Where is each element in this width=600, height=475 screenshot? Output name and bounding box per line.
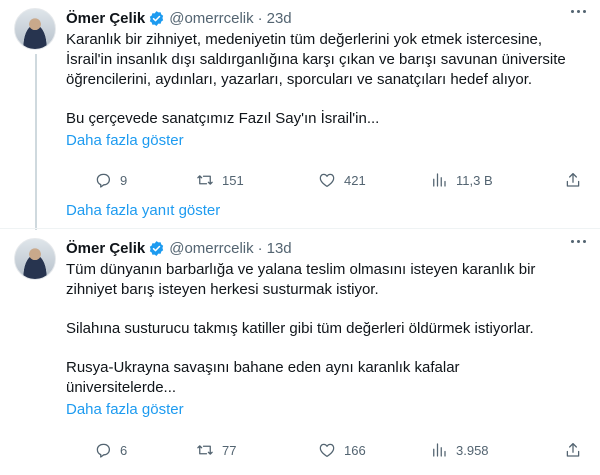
share-button[interactable] (564, 441, 582, 459)
more-icon (571, 240, 574, 243)
retweet-count: 151 (222, 172, 244, 188)
author-name[interactable]: Ömer Çelik (66, 10, 145, 27)
avatar[interactable] (14, 8, 56, 50)
views-button[interactable]: 11,3 B (430, 171, 493, 189)
like-button[interactable]: 421 (318, 171, 366, 189)
like-button[interactable]: 166 (318, 441, 366, 459)
retweet-icon (197, 445, 213, 455)
author-name[interactable]: Ömer Çelik (66, 240, 145, 257)
more-options-button[interactable] (571, 240, 586, 243)
more-icon (583, 240, 586, 243)
share-button[interactable] (564, 171, 582, 189)
tweet-timestamp[interactable]: 13d (267, 240, 292, 257)
like-count: 166 (344, 442, 366, 458)
verified-badge-icon (150, 10, 164, 26)
more-icon (577, 240, 580, 243)
show-more-link[interactable]: Daha fazla göster (66, 400, 586, 420)
views-chart-icon (433, 173, 446, 187)
tweet-line: öğrencilerini, aydınları, yazarları, spo… (66, 71, 533, 88)
tweet-content: Ömer Çelik @omerrcelik · 23d Karanlık bi… (66, 8, 586, 188)
reply-icon (96, 443, 111, 458)
header-separator: · (257, 239, 263, 257)
reply-count: 6 (120, 442, 128, 458)
tweet-line: İsrail'in insanlık dışı saldırganlığına … (66, 51, 566, 68)
reply-count: 9 (120, 172, 128, 188)
avatar-column (14, 238, 58, 280)
show-more-link[interactable]: Daha fazla göster (66, 131, 586, 151)
tweet-actions: 9 151 421 11,3 B (66, 170, 586, 190)
tweet-text: Tüm dünyanın barbarlığa ve yalana teslim… (66, 260, 586, 398)
tweet-header: Ömer Çelik @omerrcelik · 23d (66, 8, 586, 28)
retweet-button[interactable]: 77 (196, 441, 236, 459)
tweet-line-gap (66, 90, 586, 109)
header-separator: · (257, 9, 263, 27)
avatar-column (14, 8, 58, 50)
author-handle[interactable]: @omerrcelik (169, 240, 253, 257)
reply-button[interactable]: 6 (94, 441, 127, 459)
views-button[interactable]: 3.958 (430, 441, 489, 459)
retweet-icon (197, 175, 213, 185)
tweet-text: Karanlık bir zihniyet, medeniyetin tüm d… (66, 30, 586, 129)
retweet-button[interactable]: 151 (196, 171, 244, 189)
show-more-replies-link[interactable]: Daha fazla yanıt göster (66, 202, 220, 219)
tweet-line: Bu çerçevede sanatçımız Fazıl Say'ın İsr… (66, 110, 380, 127)
more-icon (577, 10, 580, 13)
more-icon (583, 10, 586, 13)
tweet-actions: 6 77 166 3.958 (66, 440, 586, 460)
author-handle[interactable]: @omerrcelik (169, 10, 253, 27)
more-icon (571, 10, 574, 13)
tweet-line: Silahına susturucu takmış katiller gibi … (66, 320, 534, 337)
tweet-line-gap (66, 300, 586, 319)
more-options-button[interactable] (571, 10, 586, 13)
reply-icon (96, 173, 111, 188)
tweet-line: zihniyet barış isteyen herkesi susturmak… (66, 281, 379, 298)
verified-badge-icon (150, 240, 164, 256)
tweet-header: Ömer Çelik @omerrcelik · 13d (66, 238, 586, 258)
tweet-line: üniversitelerde... (66, 379, 177, 396)
tweet-line-gap (66, 339, 586, 358)
avatar[interactable] (14, 238, 56, 280)
retweet-count: 77 (222, 442, 237, 458)
tweet-line: Karanlık bir zihniyet, medeniyetin tüm d… (66, 31, 543, 48)
tweet-line: Rusya-Ukrayna savaşını bahane eden aynı … (66, 359, 460, 376)
share-icon (566, 442, 580, 457)
views-count: 3.958 (456, 442, 489, 458)
share-icon (566, 172, 580, 187)
tweet-timestamp[interactable]: 23d (267, 10, 292, 27)
heart-icon (319, 443, 335, 458)
tweet-content: Ömer Çelik @omerrcelik · 13d Tüm dünyanı… (66, 238, 586, 458)
tweet-divider (0, 228, 600, 229)
heart-icon (319, 173, 335, 188)
tweet-line: Tüm dünyanın barbarlığa ve yalana teslim… (66, 261, 536, 278)
thread-connector-line (35, 54, 37, 230)
like-count: 421 (344, 172, 366, 188)
reply-button[interactable]: 9 (94, 171, 127, 189)
views-chart-icon (433, 443, 446, 457)
views-count: 11,3 B (456, 172, 493, 188)
